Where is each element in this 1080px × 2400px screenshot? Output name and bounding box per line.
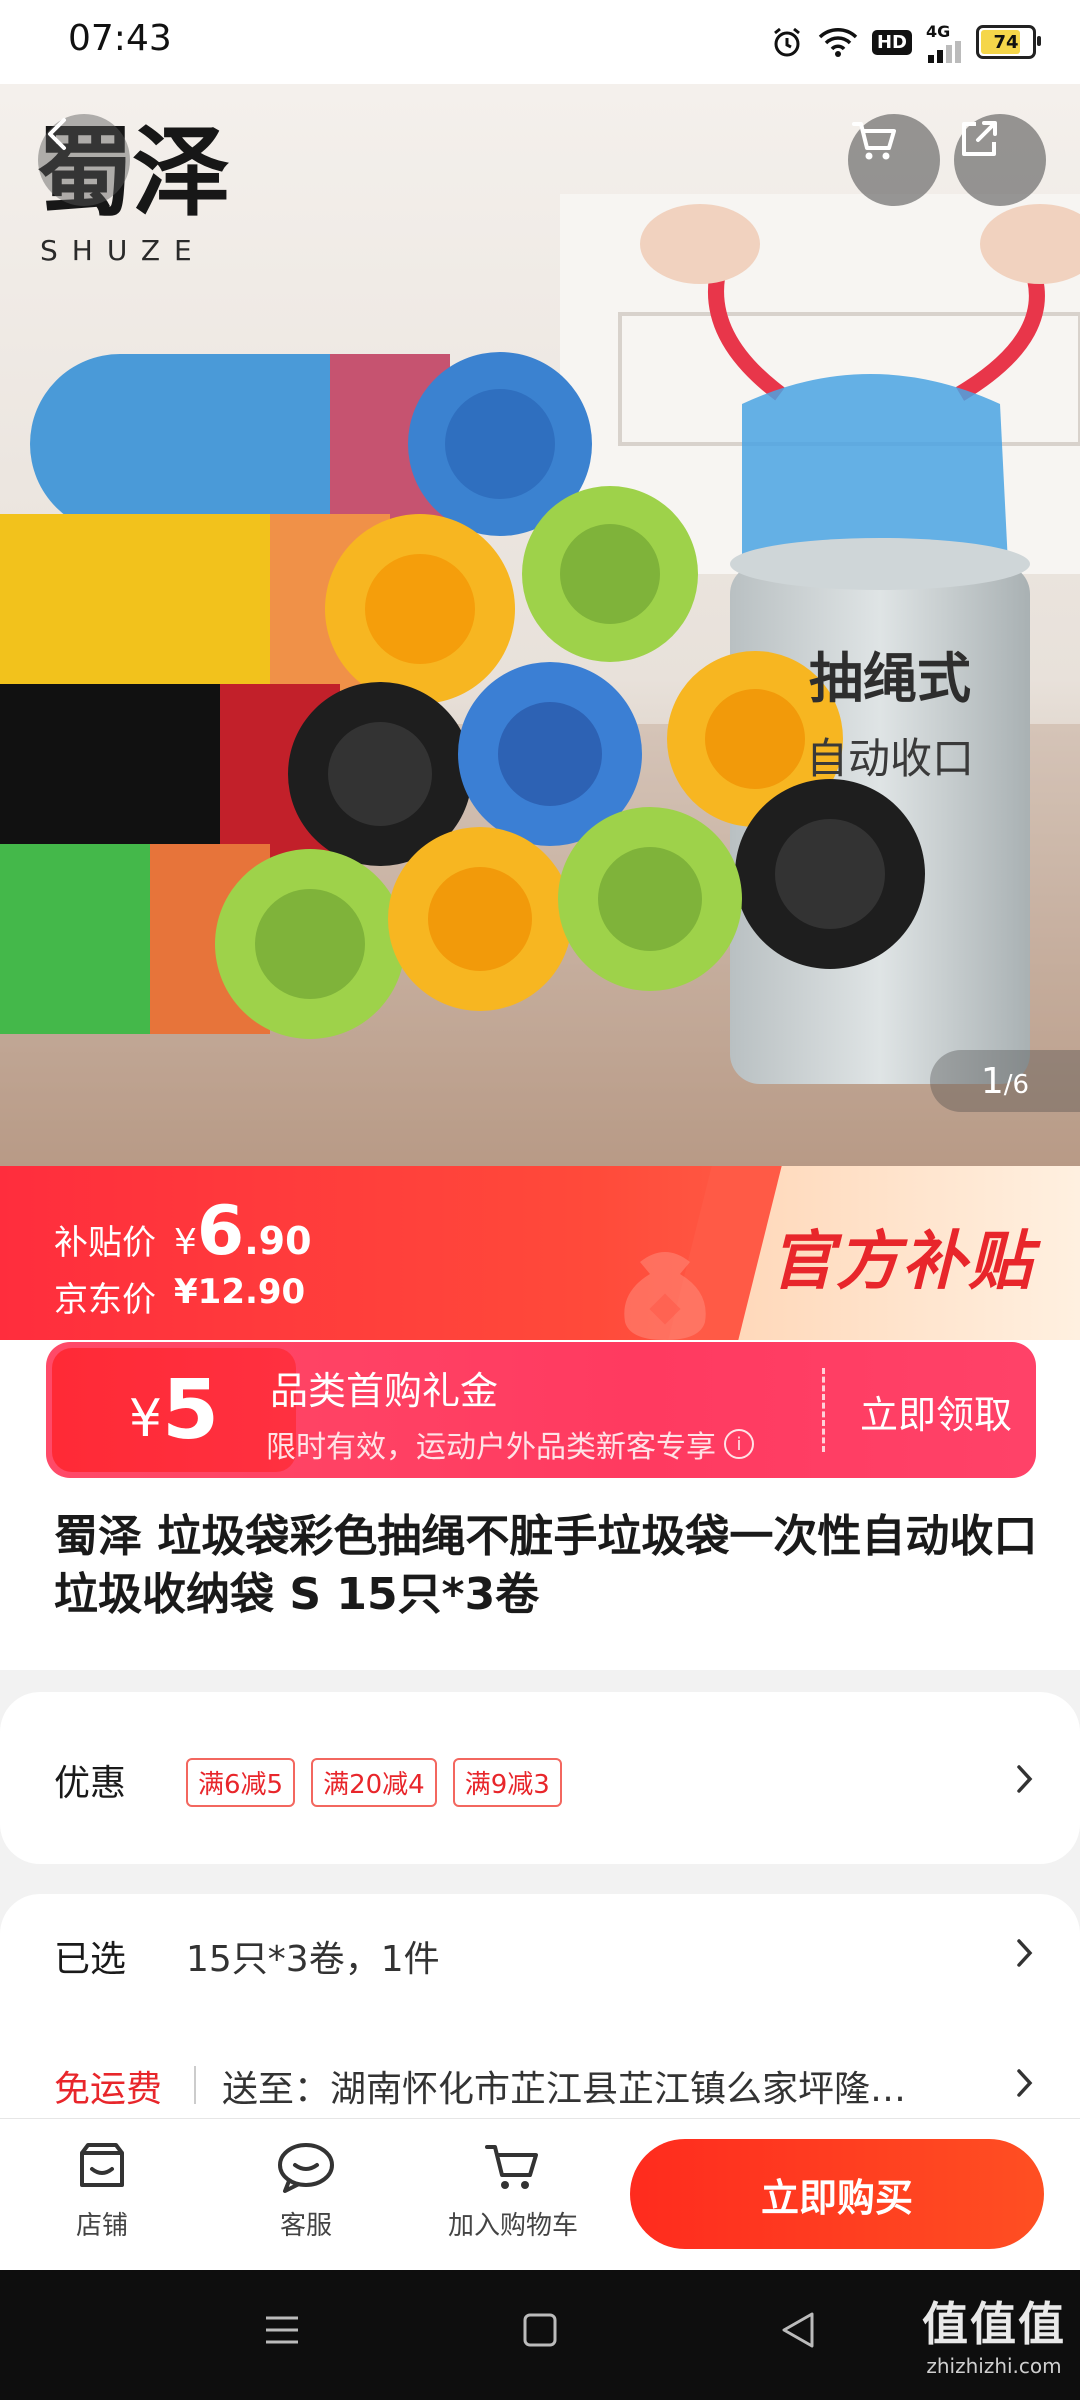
bag-caption-line1: 抽绳式 [809, 647, 971, 710]
subsidy-price: 补贴价 ¥ 6 .90 [54, 1192, 312, 1271]
battery-level: 74 [993, 31, 1019, 53]
info-icon[interactable]: i [724, 1429, 754, 1459]
promotion-tags: 满6减5 满20减4 满9减3 [186, 1758, 562, 1807]
watermark-en: zhizhizhi.com [926, 2354, 1062, 2378]
add-to-cart-tab[interactable]: 加入购物车 [438, 2139, 588, 2242]
coupon-title: 品类首购礼金 [270, 1369, 499, 1413]
watermark-cn: 值值值 [922, 2297, 1066, 2351]
coupon-title-card: ¥5 品类首购礼金 限时有效，运动户外品类新客专享 i 立即领取 蜀泽 垃圾袋彩… [0, 1340, 1080, 1670]
wifi-icon [818, 26, 858, 58]
cart-button[interactable] [848, 114, 940, 206]
chevron-right-icon [1017, 1939, 1033, 1967]
delivery-address: 送至：湖南怀化市芷江县芷江镇么家坪隆… [222, 2069, 907, 2110]
back-icon[interactable] [778, 2310, 818, 2350]
brand-name-en: SHUZE [40, 234, 206, 267]
coupon-currency: ¥ [128, 1389, 163, 1449]
pager-total: /6 [1003, 1070, 1030, 1100]
coupon-desc-text: 限时有效，运动户外品类新客专享 [266, 1430, 716, 1465]
money-bag-icon [624, 1252, 706, 1340]
image-pager: 1/6 [930, 1050, 1080, 1112]
price-banner: 补贴价 ¥ 6 .90 京东价 ¥12.90 官方补贴 [0, 1166, 1080, 1340]
jd-price-label: 京东价 [54, 1280, 156, 1320]
coupon-divider [822, 1368, 825, 1452]
alarm-icon [770, 25, 804, 59]
hd-icon: HD [871, 29, 912, 55]
network-type-label: 4G [926, 21, 951, 41]
coupon-description: 限时有效，运动户外品类新客专享 i [266, 1422, 754, 1466]
selected-label: 已选 [54, 1939, 127, 1980]
promotion-label: 优惠 [54, 1763, 127, 1804]
subsidy-decimal: .90 [244, 1219, 312, 1263]
buy-now-button[interactable]: 立即购买 [630, 2139, 1044, 2249]
coupon-amount: 5 [162, 1362, 220, 1458]
subsidy-amount: 6 [196, 1192, 245, 1271]
store-tab[interactable]: 店铺 [62, 2139, 142, 2242]
menu-icon[interactable] [262, 2310, 302, 2350]
product-title: 蜀泽 垃圾袋彩色抽绳不脏手垃圾袋一次性自动收口垃圾收纳袋 S 15只*3卷 [54, 1511, 1038, 1620]
chevron-right-icon [1017, 2069, 1033, 2097]
shopping-cart-icon [852, 122, 896, 160]
bag-caption-line2: 自动收口 [806, 734, 975, 783]
coupon-value: ¥5 [52, 1348, 296, 1472]
pager-current: 1 [980, 1060, 1004, 1102]
official-subsidy-badge: 官方补贴 [770, 1224, 1034, 1299]
back-arrow-icon [48, 118, 66, 150]
promo-tag: 满6减5 [186, 1758, 296, 1807]
claim-coupon-button[interactable]: 立即领取 [836, 1384, 1036, 1439]
chevron-right-icon [1017, 1765, 1033, 1793]
share-icon [962, 121, 997, 156]
jd-price: 京东价 ¥12.90 [54, 1272, 305, 1321]
system-navigation-bar: 值值值 zhizhizhi.com [0, 2270, 1080, 2400]
promotion-row[interactable]: 优惠 满6减5 满20减4 满9减3 [0, 1692, 1080, 1864]
status-bar: 07:43 HD 4G 74 [0, 0, 1080, 84]
promo-tag: 满20减4 [311, 1758, 437, 1807]
watermark: 值值值 zhizhizhi.com [922, 2288, 1066, 2378]
shipping-divider [194, 2066, 196, 2104]
service-label: 客服 [279, 2211, 332, 2241]
battery-icon: 74 [976, 25, 1041, 59]
add-cart-label: 加入购物车 [447, 2211, 578, 2241]
status-time: 07:43 [68, 18, 172, 59]
store-label: 店铺 [75, 2211, 128, 2241]
promo-tag: 满9减3 [452, 1758, 562, 1807]
bottom-action-bar: 店铺 客服 加入购物车 立即购买 [0, 2118, 1080, 2271]
selected-value: 15只*3卷，1件 [186, 1939, 440, 1980]
cart-icon [485, 2145, 538, 2189]
subsidy-label: 补贴价 [54, 1223, 156, 1263]
subsidy-currency: ¥ [174, 1222, 197, 1263]
home-icon[interactable] [522, 2310, 558, 2350]
store-icon [80, 2143, 124, 2187]
bag-caption: 抽绳式 自动收口 [806, 634, 974, 786]
status-icons: HD 4G 74 [770, 20, 1041, 64]
back-button[interactable] [38, 114, 130, 206]
chat-icon [278, 2143, 334, 2193]
jd-price-value: ¥12.90 [174, 1272, 306, 1312]
product-image-carousel[interactable]: 蜀泽 SHUZE 抽绳式 自动收口 1/6 [0, 84, 1080, 1166]
share-button[interactable] [954, 114, 1046, 206]
cellular-signal-icon: 4G [926, 22, 962, 63]
coupon-banner[interactable]: ¥5 品类首购礼金 限时有效，运动户外品类新客专享 i 立即领取 [46, 1342, 1036, 1478]
free-shipping-label: 免运费 [54, 2069, 163, 2110]
customer-service-tab[interactable]: 客服 [266, 2139, 346, 2242]
